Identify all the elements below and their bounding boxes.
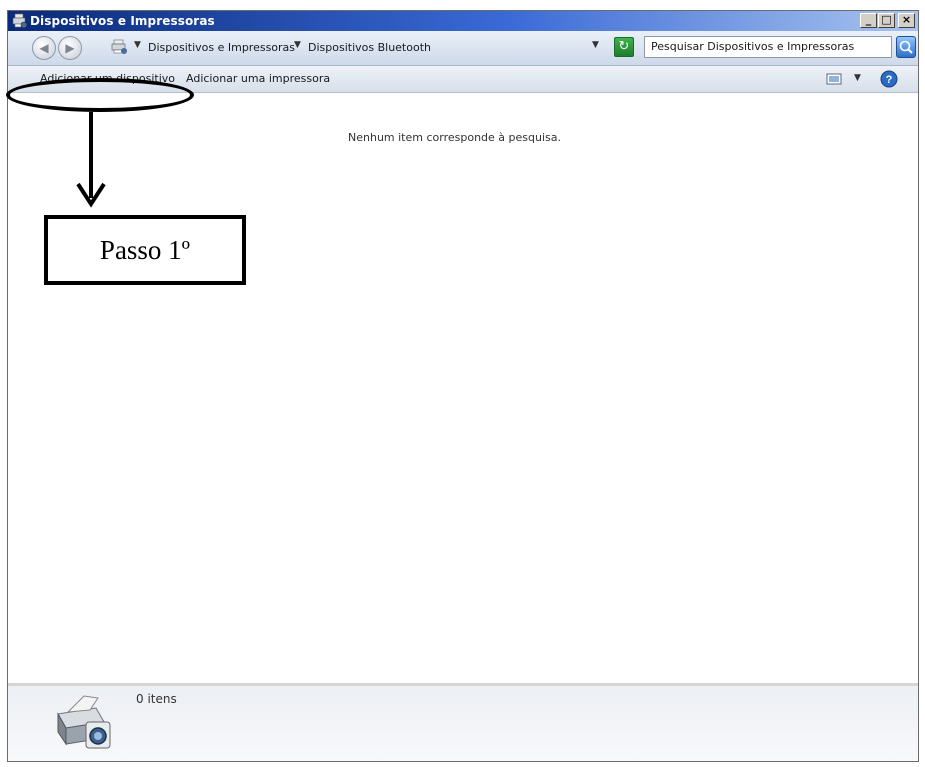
search-input[interactable]: Pesquisar Dispositivos e Impressoras [644, 36, 892, 58]
maximize-button[interactable]: □ [878, 13, 895, 28]
items-view[interactable]: Nenhum item corresponde à pesquisa. [8, 93, 918, 683]
forward-button[interactable]: ▶ [58, 36, 82, 60]
devices-printers-icon [111, 39, 127, 54]
back-arrow-icon: ◀ [39, 41, 49, 55]
annotation-arrow-icon [76, 112, 106, 208]
chevron-down-icon[interactable]: ▼ [854, 73, 861, 83]
help-icon[interactable]: ? [880, 70, 898, 88]
address-dropdown-icon[interactable]: ▼ [592, 40, 599, 50]
window-title: Dispositivos e Impressoras [30, 14, 215, 28]
svg-text:?: ? [886, 74, 893, 86]
address-bar: ◀ ▶ ▼ Dispositivos e Impressoras ▼ Dispo… [8, 31, 918, 66]
breadcrumb-devices-printers[interactable]: Dispositivos e Impressoras [148, 41, 295, 54]
devices-printers-icon [12, 13, 28, 29]
breadcrumb-arrow-icon[interactable]: ▼ [134, 40, 141, 50]
breadcrumb-bluetooth[interactable]: Dispositivos Bluetooth [308, 41, 431, 54]
title-bar[interactable]: Dispositivos e Impressoras _ □ × [8, 11, 918, 31]
search-icon [899, 40, 913, 54]
empty-result-message: Nenhum item corresponde à pesquisa. [348, 131, 561, 144]
refresh-icon: ↻ [618, 39, 630, 54]
details-pane: 0 itens [8, 683, 918, 761]
annotation-ellipse [6, 78, 194, 112]
view-options-icon[interactable] [826, 72, 842, 86]
back-button[interactable]: ◀ [32, 36, 56, 60]
forward-arrow-icon: ▶ [65, 41, 75, 55]
refresh-button[interactable]: ↻ [614, 37, 634, 57]
minimize-button[interactable]: _ [860, 13, 877, 28]
add-printer-button[interactable]: Adicionar uma impressora [186, 72, 330, 85]
step-label-box: Passo 1º [44, 215, 246, 285]
item-count: 0 itens [136, 692, 177, 706]
search-button[interactable] [896, 36, 916, 58]
close-button[interactable]: × [898, 13, 915, 28]
printer-camera-icon [57, 695, 111, 749]
breadcrumb-arrow-icon[interactable]: ▼ [294, 40, 301, 50]
window: Dispositivos e Impressoras _ □ × ◀ ▶ ▼ D… [7, 10, 919, 762]
